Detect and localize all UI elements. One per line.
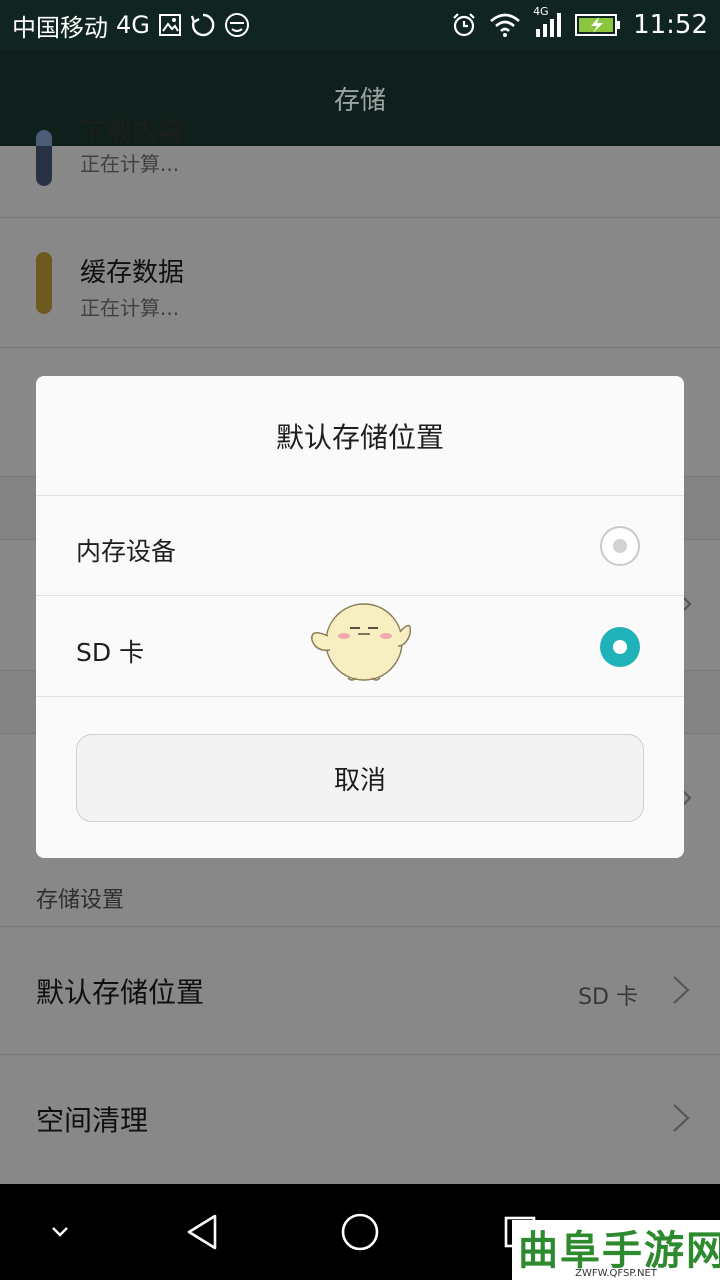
signal-type-badge: 4G	[533, 5, 549, 18]
dialog-title: 默认存储位置	[36, 376, 684, 496]
option-label: 内存设备	[76, 537, 177, 566]
mascot-sticker	[308, 592, 412, 684]
radio-selected[interactable]	[600, 627, 640, 667]
sync-icon	[190, 12, 216, 38]
usage-title: 下载内容	[80, 118, 185, 148]
cancel-button[interactable]: 取消	[76, 734, 644, 822]
wifi-icon	[489, 12, 521, 38]
battery-charging-icon	[575, 13, 621, 37]
home-icon[interactable]	[334, 1184, 386, 1280]
option-label: SD 卡	[76, 638, 145, 667]
alarm-icon	[451, 12, 477, 38]
signal-icon: 4G	[533, 5, 563, 39]
back-icon[interactable]	[176, 1184, 226, 1280]
site-watermark: 曲阜手游网 ZWFW.QFSP.NET	[512, 1220, 720, 1280]
watermark-url: ZWFW.QFSP.NET	[575, 1268, 657, 1279]
option-internal-storage[interactable]: 内存设备	[36, 496, 684, 596]
network-type: 4G	[116, 11, 150, 39]
image-icon	[158, 13, 182, 37]
radio-unselected[interactable]	[600, 526, 640, 566]
status-bar: 中国移动 4G 4G 11:52	[0, 0, 720, 50]
carrier-name: 中国移动	[12, 13, 108, 42]
emoji-icon	[224, 12, 250, 38]
chevron-down-icon[interactable]	[40, 1184, 80, 1280]
page-title: 存储	[333, 85, 386, 116]
clock: 11:52	[633, 10, 708, 40]
